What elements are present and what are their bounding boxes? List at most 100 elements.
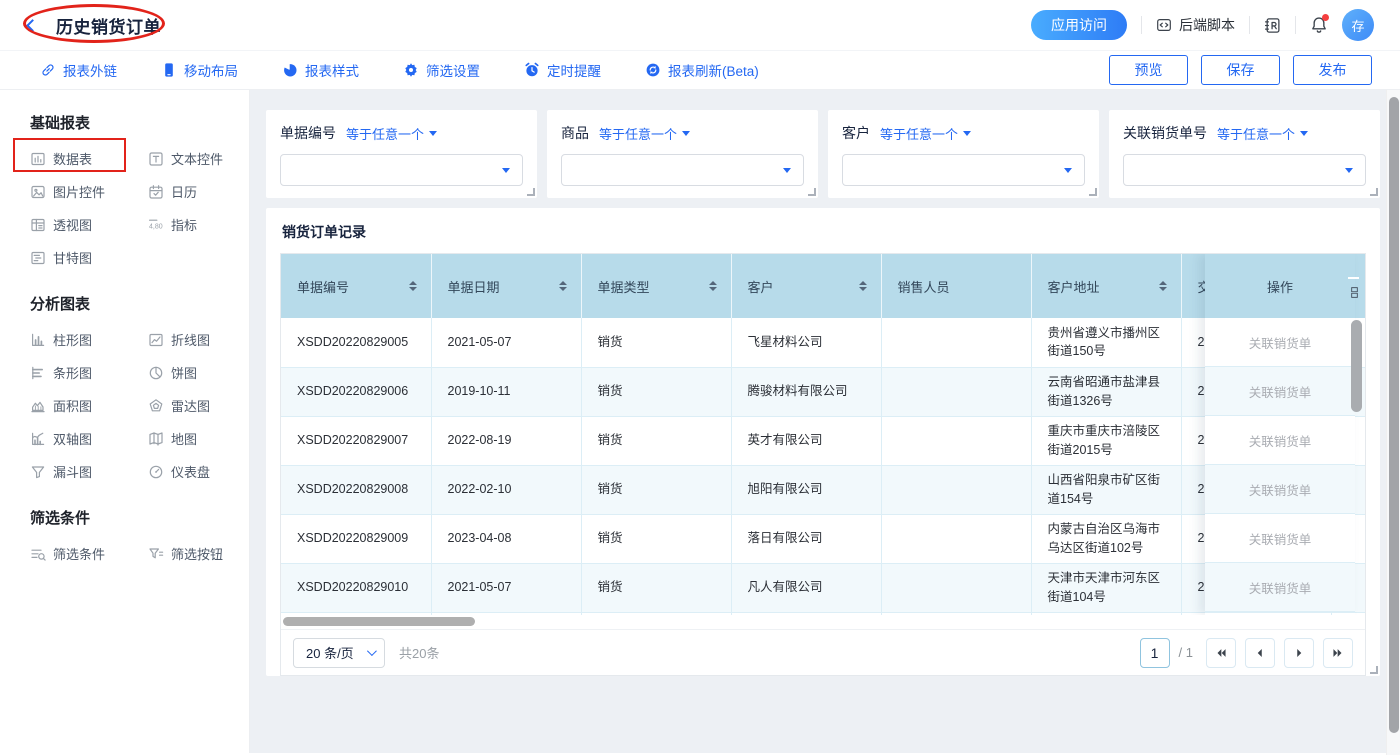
cell-date: 2021-05-07	[431, 563, 581, 612]
caret-down-icon	[429, 131, 437, 136]
publish-button[interactable]: 发布	[1293, 55, 1372, 85]
back-button[interactable]	[20, 15, 40, 35]
sidebar-item-pie-chart[interactable]: 饼图	[148, 363, 244, 382]
sidebar-item-area-chart[interactable]: 面积图	[30, 396, 148, 415]
column-header-0[interactable]: 单据编号	[281, 254, 431, 318]
sidebar-item-text[interactable]: 文本控件	[148, 149, 244, 168]
cell-date: 2022-08-19	[431, 416, 581, 465]
toolbar-item-3[interactable]: 筛选设置	[403, 60, 480, 80]
cell-date: 2021-05-07	[431, 318, 581, 367]
table-horizontal-scrollbar[interactable]	[281, 615, 1365, 629]
filter-widget-2[interactable]: 客户 等于任意一个	[828, 110, 1099, 198]
related-invoice-link[interactable]: 关联销货单	[1205, 563, 1355, 612]
page-scrollbar[interactable]	[1386, 90, 1400, 755]
toolbar-item-5[interactable]: 报表刷新(Beta)	[645, 60, 759, 80]
column-header-1[interactable]: 单据日期	[431, 254, 581, 318]
sidebar-item-funnel-chart[interactable]: 漏斗图	[30, 462, 148, 481]
filter-operator-link[interactable]: 等于任意一个	[880, 124, 971, 143]
toolbar-item-4[interactable]: 定时提醒	[524, 60, 601, 80]
sidebar-item-table[interactable]: 数据表	[30, 149, 148, 168]
resize-handle[interactable]	[1370, 188, 1378, 196]
sort-icon[interactable]	[1159, 281, 1167, 292]
cell-address: 内蒙古自治区乌海市乌达区街道102号	[1031, 514, 1181, 563]
related-invoice-link[interactable]: 关联销货单	[1205, 318, 1355, 367]
column-header-5[interactable]: 客户地址	[1031, 254, 1181, 318]
sidebar-item-line-chart[interactable]: 折线图	[148, 330, 244, 349]
resize-handle[interactable]	[808, 188, 816, 196]
filter-operator-link[interactable]: 等于任意一个	[346, 124, 437, 143]
toolbar-item-1[interactable]: 移动布局	[161, 60, 238, 80]
sidebar-item-radar-chart[interactable]: 雷达图	[148, 396, 244, 415]
user-avatar[interactable]: 存	[1342, 9, 1374, 41]
filter-widget-3[interactable]: 关联销货单号 等于任意一个	[1109, 110, 1380, 198]
filter-value-select[interactable]	[1123, 154, 1366, 186]
sidebar-item-label: 漏斗图	[53, 462, 92, 481]
sidebar-item-label: 指标	[171, 215, 197, 234]
toolbar-item-2[interactable]: 报表样式	[282, 60, 359, 80]
sidebar-item-map[interactable]: 地图	[148, 429, 244, 448]
sort-icon[interactable]	[409, 281, 417, 292]
column-chart-icon	[30, 332, 46, 348]
table-vertical-scrollbar[interactable]	[1351, 320, 1362, 612]
sort-icon[interactable]	[709, 281, 717, 292]
filter-value-select[interactable]	[561, 154, 804, 186]
filter-operator-link[interactable]: 等于任意一个	[599, 124, 690, 143]
filter-label: 关联销货单号	[1123, 123, 1207, 143]
design-canvas: 单据编号 等于任意一个 商品 等于任意一个 客户 等于任意一个 关联销货单号 等…	[250, 90, 1400, 753]
preview-button[interactable]: 预览	[1109, 55, 1188, 85]
filter-widget-1[interactable]: 商品 等于任意一个	[547, 110, 818, 198]
prev-page-button[interactable]	[1245, 638, 1275, 668]
sidebar-section: 基础报表数据表文本控件图片控件日历透视图4,80指标甘特图	[30, 112, 235, 267]
related-invoice-link[interactable]: 关联销货单	[1205, 465, 1355, 514]
sidebar-item-image[interactable]: 图片控件	[30, 182, 148, 201]
app-access-button[interactable]: 应用访问	[1031, 10, 1127, 40]
sidebar-item-label: 饼图	[171, 363, 197, 382]
backend-script-button[interactable]: 后端脚本	[1156, 15, 1235, 35]
column-settings-icon[interactable]	[1348, 286, 1361, 299]
filter-condition-icon	[30, 546, 46, 562]
sidebar-item-filter-condition[interactable]: 筛选条件	[30, 544, 148, 563]
sidebar-item-gantt[interactable]: 甘特图	[30, 248, 148, 267]
save-button[interactable]: 保存	[1201, 55, 1280, 85]
refresh-icon	[645, 62, 661, 78]
related-invoice-link[interactable]: 关联销货单	[1205, 367, 1355, 416]
first-page-icon	[1214, 646, 1228, 660]
sidebar-item-calendar[interactable]: 日历	[148, 182, 244, 201]
next-page-button[interactable]	[1284, 638, 1314, 668]
page-size-select[interactable]: 20 条/页	[293, 638, 385, 668]
filter-value-select[interactable]	[280, 154, 523, 186]
sidebar-item-dual-axis[interactable]: 双轴图	[30, 429, 148, 448]
filter-operator-link[interactable]: 等于任意一个	[1217, 124, 1308, 143]
column-header-2[interactable]: 单据类型	[581, 254, 731, 318]
designer-toolbar: 报表外链 移动布局 报表样式 筛选设置 定时提醒 报表刷新(Beta) 预览 保存 发布	[0, 50, 1400, 90]
resize-handle[interactable]	[527, 188, 535, 196]
cell-address: 天津市天津市河东区街道104号	[1031, 563, 1181, 612]
sort-icon[interactable]	[859, 281, 867, 292]
column-header-3[interactable]: 客户	[731, 254, 881, 318]
resize-handle[interactable]	[1089, 188, 1097, 196]
toolbar-item-label: 定时提醒	[547, 60, 601, 80]
resize-handle[interactable]	[1370, 666, 1378, 674]
sidebar-item-filter-button[interactable]: 筛选按钮	[148, 544, 244, 563]
sidebar-item-gauge[interactable]: 仪表盘	[148, 462, 244, 481]
sidebar-item-metric[interactable]: 4,80指标	[148, 215, 244, 234]
sidebar-item-pivot[interactable]: 透视图	[30, 215, 148, 234]
related-invoice-link[interactable]: 关联销货单	[1205, 416, 1355, 465]
gear-icon	[403, 62, 419, 78]
sort-icon[interactable]	[559, 281, 567, 292]
cell-date: 2022-02-10	[431, 465, 581, 514]
toolbar-item-0[interactable]: 报表外链	[40, 60, 117, 80]
last-page-button[interactable]	[1323, 638, 1353, 668]
related-invoice-link[interactable]: 关联销货单	[1205, 514, 1355, 563]
sidebar-item-column-chart[interactable]: 柱形图	[30, 330, 148, 349]
filter-value-select[interactable]	[842, 154, 1085, 186]
page-number-input[interactable]: 1	[1140, 638, 1170, 668]
address-book-icon[interactable]	[1264, 17, 1281, 34]
filter-widget-0[interactable]: 单据编号 等于任意一个	[266, 110, 537, 198]
notification-bell-icon[interactable]	[1310, 16, 1328, 34]
cell-type: 销货	[581, 514, 731, 563]
table-widget-card[interactable]: 销货订单记录 单据编号单据日期单据类型客户销售人员客户地址交货日期 XSDD20…	[266, 208, 1380, 676]
first-page-button[interactable]	[1206, 638, 1236, 668]
sidebar-item-bar-chart[interactable]: 条形图	[30, 363, 148, 382]
column-label: 销售人员	[898, 277, 950, 296]
